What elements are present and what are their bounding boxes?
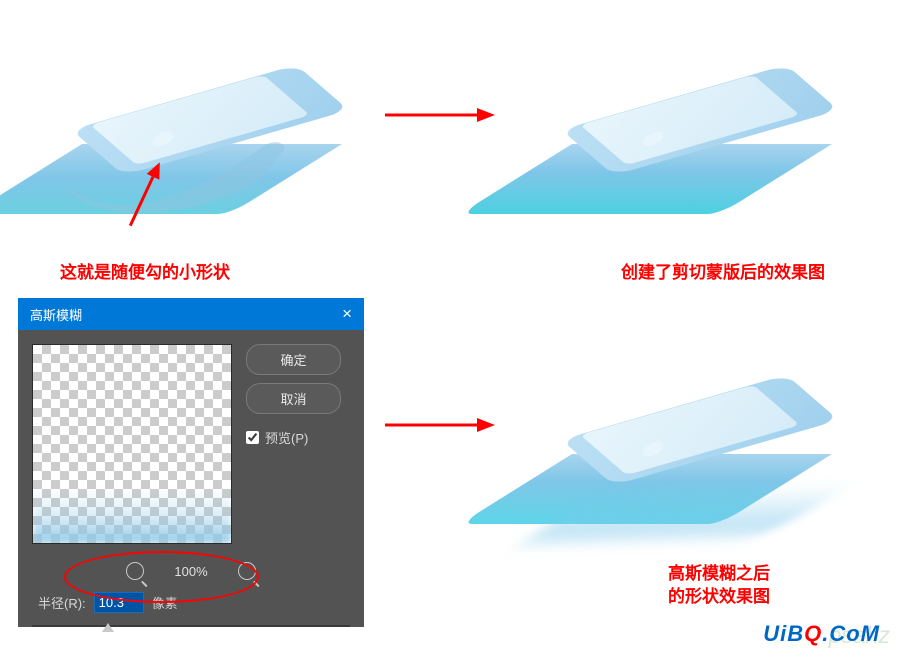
gaussian-blur-dialog: 高斯模糊 × 确定 取消 预览(P) 100% 半径(R): 像素 [18,298,364,627]
ok-button[interactable]: 确定 [246,344,341,375]
slider-thumb-icon[interactable] [102,623,114,632]
caption-scribble: 这就是随便勾的小形状 [60,258,230,283]
phone-blurred [520,320,850,560]
zoom-controls: 100% [18,558,364,590]
zoom-in-icon[interactable] [238,562,256,580]
zoom-out-icon[interactable] [126,562,144,580]
watermark: UiBQ.CoM [763,621,880,647]
zoom-value: 100% [174,564,207,579]
caption-blurred: 高斯模糊之后 的形状效果图 [668,563,770,609]
radius-row: 半径(R): 像素 [18,590,364,627]
phone-before [30,10,360,250]
preview-checkbox-row[interactable]: 预览(P) [246,428,341,447]
cancel-button[interactable]: 取消 [246,383,341,414]
phone-clipped [520,10,850,250]
scribble-shape-overlay [60,130,290,220]
arrow-right-2 [385,415,495,435]
caption-blurred-l2: 的形状效果图 [668,587,770,606]
wm-q: Q [804,621,822,646]
caption-clipped: 创建了剪切蒙版后的效果图 [621,258,825,283]
radius-label: 半径(R): [38,593,86,612]
dialog-titlebar[interactable]: 高斯模糊 × [18,298,364,330]
preview-area[interactable] [32,344,232,544]
preview-label: 预览(P) [265,428,308,447]
arrow-right-1 [385,105,495,125]
radius-slider[interactable] [32,625,350,627]
radius-input[interactable] [94,592,144,613]
caption-blurred-l1: 高斯模糊之后 [668,564,770,583]
wm-suffix: .CoM [822,621,880,646]
close-icon[interactable]: × [342,304,352,324]
preview-checkbox[interactable] [246,431,259,444]
dialog-title-text: 高斯模糊 [30,305,82,324]
radius-unit: 像素 [152,593,178,612]
wm-prefix: UiB [763,621,804,646]
